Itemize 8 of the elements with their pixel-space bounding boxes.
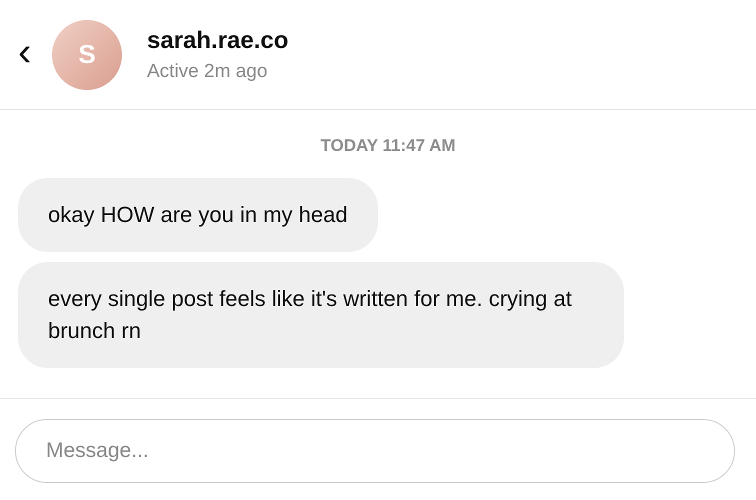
message-bubble: okay HOW are you in my head xyxy=(18,178,378,252)
avatar: S xyxy=(52,20,122,90)
message-input[interactable]: Message... xyxy=(15,419,735,483)
active-status: Active 2m ago xyxy=(147,60,268,82)
message-bubble: every single post feels like it's written for me. crying at brunch rn xyxy=(18,262,624,368)
contact-name: sarah.rae.co xyxy=(147,26,288,54)
back-button[interactable]: ‹ xyxy=(18,32,38,72)
message-timestamp: TODAY 11:47 AM xyxy=(320,136,456,156)
